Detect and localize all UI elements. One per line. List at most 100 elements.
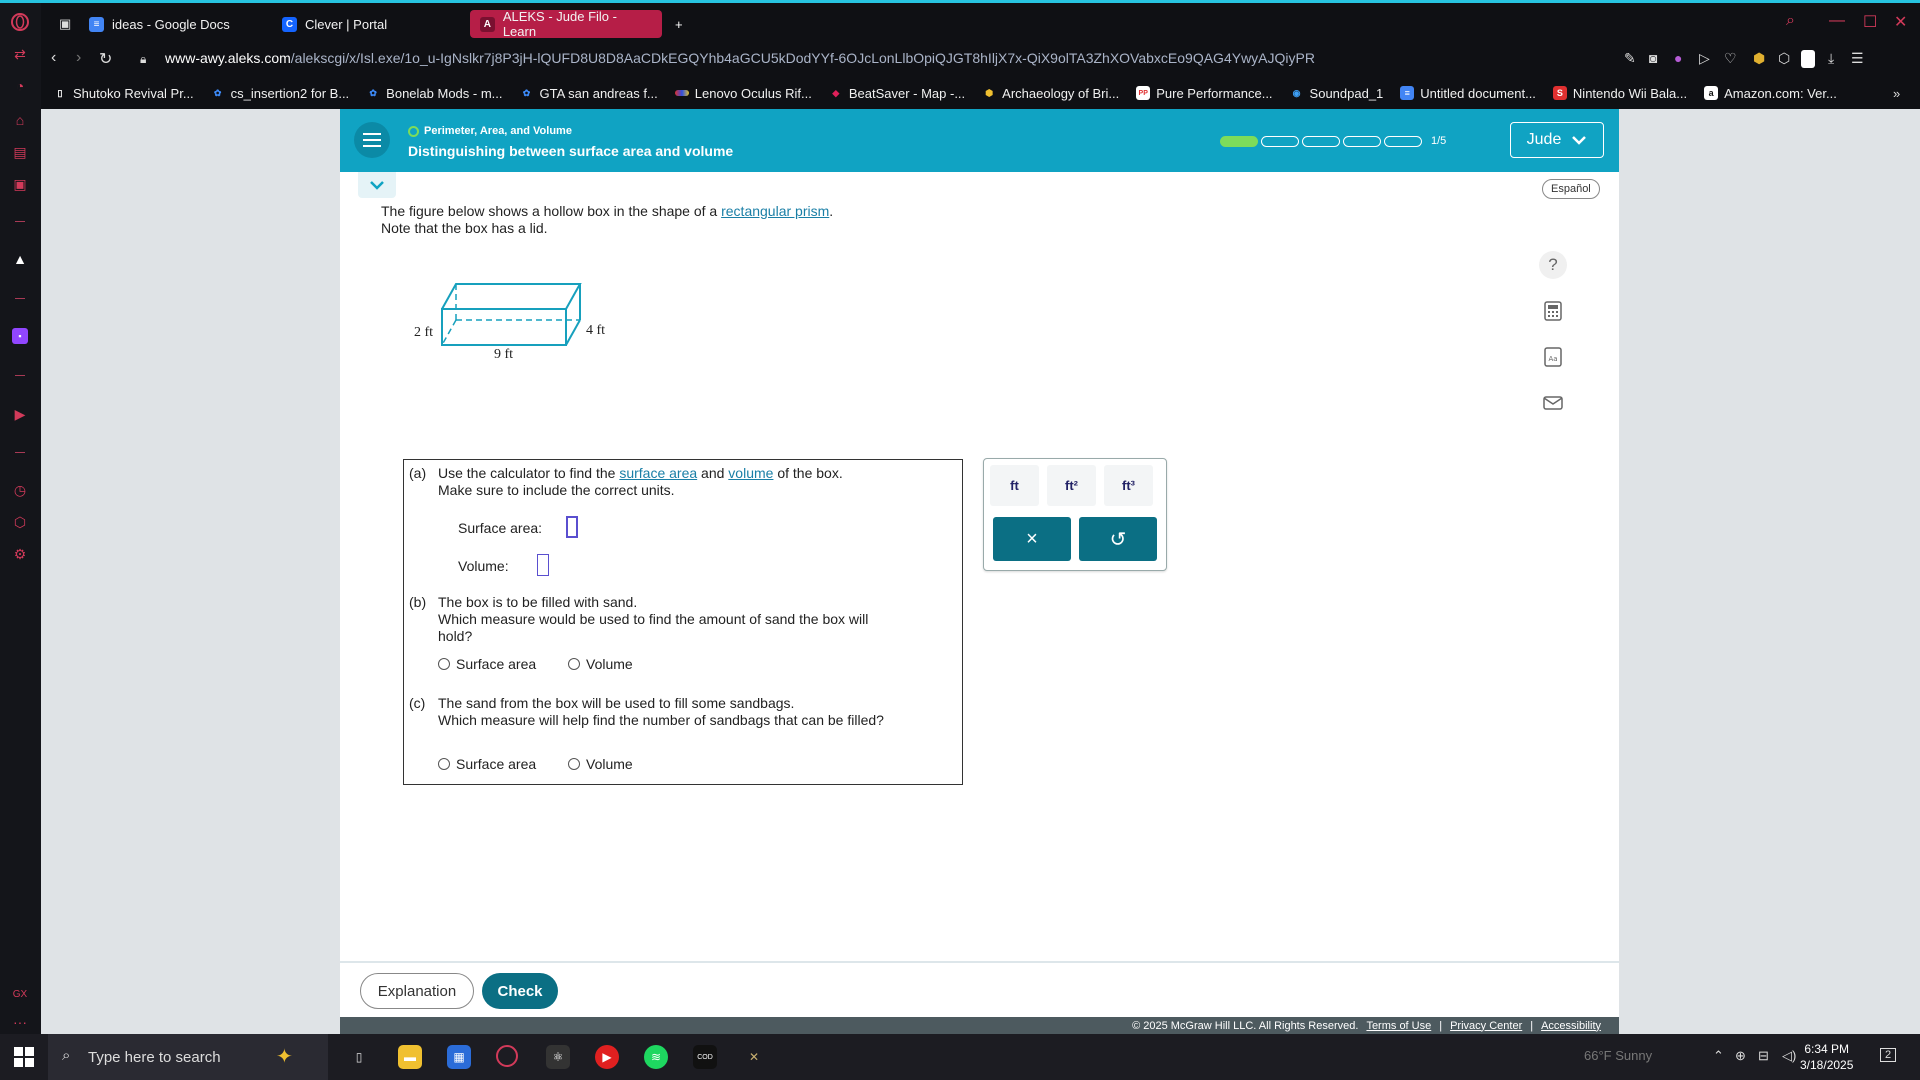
workspace-icon[interactable]: ▣ xyxy=(9,173,31,195)
tab-label: ideas - Google Docs xyxy=(112,16,230,32)
part-b-radio-surface-area[interactable]: Surface area xyxy=(438,656,536,672)
mail-icon[interactable] xyxy=(1537,387,1569,419)
tab-clever-portal[interactable]: C Clever | Portal xyxy=(272,10,462,38)
volume-input[interactable] xyxy=(537,554,549,576)
vpn-shield-icon[interactable]: ● xyxy=(1674,50,1682,66)
bookmark-item[interactable]: ◉ Soundpad_1 xyxy=(1290,86,1384,101)
bookmark-item[interactable]: ▯ Shutoko Revival Pr... xyxy=(53,86,194,101)
edit-icon[interactable]: ✎ xyxy=(1624,50,1636,67)
spotify-icon[interactable]: ≋ xyxy=(644,1045,668,1069)
espanol-button[interactable]: Español xyxy=(1542,179,1600,199)
aleks-header: Perimeter, Area, and Volume Distinguishi… xyxy=(340,109,1619,172)
app-icon[interactable]: ⚛ xyxy=(546,1045,570,1069)
call-of-duty-icon[interactable]: COD xyxy=(693,1045,717,1069)
taskbar-clock[interactable]: 6:34 PM 3/18/2025 xyxy=(1800,1041,1853,1073)
player-icon[interactable]: ▶ xyxy=(9,403,31,425)
extension-badge-icon[interactable]: ⬢ xyxy=(1753,50,1765,67)
cube-extension-icon[interactable]: ⬡ xyxy=(1778,50,1790,67)
menu-button[interactable] xyxy=(354,122,390,158)
volume-icon[interactable]: ◁) xyxy=(1782,1048,1796,1064)
url-field[interactable]: www-awy.aleks.com/alekscgi/x/Isl.exe/1o_… xyxy=(165,50,1315,66)
privacy-link[interactable]: Privacy Center xyxy=(1450,1020,1522,1032)
send-icon[interactable]: ▷ xyxy=(1699,50,1710,67)
aleks-sidebar-icon[interactable]: ▲ xyxy=(9,248,31,270)
help-icon[interactable]: ? xyxy=(1537,249,1569,281)
tab-google-docs[interactable]: ≡ ideas - Google Docs xyxy=(79,10,269,38)
bookmark-item[interactable]: ◆ BeatSaver - Map -... xyxy=(829,86,965,101)
more-bookmarks-icon[interactable]: » xyxy=(1893,86,1900,101)
camera-icon[interactable]: ◙ xyxy=(1649,50,1657,66)
tab-switcher-icon[interactable]: ▣ xyxy=(49,10,81,38)
messenger-icon[interactable]: ▤ xyxy=(9,141,31,163)
aria-icon[interactable]: ◔ xyxy=(9,75,31,97)
settings-gear-icon[interactable]: ⚙ xyxy=(9,543,31,565)
undo-button[interactable]: ↺ xyxy=(1079,517,1157,561)
opera-gx-icon[interactable] xyxy=(496,1045,518,1067)
file-explorer-icon[interactable]: ▬ xyxy=(398,1045,422,1069)
tab-label: ALEKS - Jude Filo - Learn xyxy=(502,9,617,39)
collapse-toggle[interactable] xyxy=(358,172,396,198)
part-c-text: The sand from the box will be used to fi… xyxy=(438,695,795,711)
notifications-badge[interactable]: 2 xyxy=(1880,1048,1897,1062)
rectangular-prism-link[interactable]: rectangular prism xyxy=(721,203,829,219)
onedrive-icon[interactable]: ⊕ xyxy=(1735,1048,1746,1064)
windows-start-icon[interactable] xyxy=(14,1047,34,1067)
store-icon[interactable]: ▦ xyxy=(447,1045,471,1069)
bookmark-item[interactable]: ≡ Untitled document... xyxy=(1400,86,1536,101)
opera-logo-icon[interactable] xyxy=(9,11,31,33)
close-window-icon[interactable]: ✕ xyxy=(1894,12,1907,32)
check-button[interactable]: Check xyxy=(482,973,558,1009)
bookmark-item[interactable]: ✿ cs_insertion2 for B... xyxy=(211,86,349,101)
network-icon[interactable]: ⊟ xyxy=(1758,1048,1769,1064)
volume-link[interactable]: volume xyxy=(728,465,773,481)
download-icon[interactable]: ⤓ xyxy=(1828,50,1834,67)
profile-extension-icon[interactable] xyxy=(1801,50,1815,71)
task-view-icon[interactable]: ▯ xyxy=(347,1045,371,1069)
crypto-wallet-icon[interactable]: ⌂ xyxy=(9,109,31,131)
unit-ft-button[interactable]: ft xyxy=(990,465,1039,506)
extensions-icon[interactable]: ⬡ xyxy=(9,511,31,533)
sidebar-more-icon[interactable]: ··· xyxy=(9,1011,31,1033)
minimize-icon[interactable]: — xyxy=(1829,12,1845,30)
tray-overflow-icon[interactable]: ⌃ xyxy=(1713,1048,1724,1064)
weather-text[interactable]: 66°F Sunny xyxy=(1584,1048,1652,1063)
sync-icon[interactable]: ⇄ xyxy=(9,43,31,65)
new-tab-button[interactable]: + xyxy=(665,10,693,38)
heart-icon[interactable]: ♡ xyxy=(1724,50,1737,67)
dictionary-icon[interactable]: Aa xyxy=(1537,341,1569,373)
bookmark-item[interactable]: Lenovo Oculus Rif... xyxy=(674,86,812,101)
bookmark-item[interactable]: a Amazon.com: Ver... xyxy=(1704,86,1837,101)
bookmark-item[interactable]: ⬢ Archaeology of Bri... xyxy=(982,86,1119,101)
forward-icon[interactable]: › xyxy=(76,49,81,67)
bookmark-item[interactable]: S Nintendo Wii Bala... xyxy=(1552,86,1687,101)
maximize-icon[interactable]: ☐ xyxy=(1863,12,1877,32)
easy-setup-icon[interactable]: ☰ xyxy=(1851,50,1864,67)
explanation-button[interactable]: Explanation xyxy=(360,973,474,1009)
clear-button[interactable]: × xyxy=(993,517,1071,561)
sidebar-separator xyxy=(15,221,25,222)
calculator-icon[interactable] xyxy=(1537,295,1569,327)
back-icon[interactable]: ‹ xyxy=(51,49,56,67)
tab-aleks[interactable]: A ALEKS - Jude Filo - Learn xyxy=(470,9,662,39)
user-menu-button[interactable]: Jude xyxy=(1510,122,1604,158)
terms-link[interactable]: Terms of Use xyxy=(1366,1020,1431,1032)
media-player-icon[interactable]: ▶ xyxy=(595,1045,619,1069)
history-icon[interactable]: ◷ xyxy=(9,479,31,501)
bookmark-item[interactable]: ✿ Bonelab Mods - m... xyxy=(366,86,502,101)
surface-area-link[interactable]: surface area xyxy=(619,465,697,481)
game-app-icon[interactable]: ✕ xyxy=(742,1045,766,1069)
unit-ft2-button[interactable]: ft² xyxy=(1047,465,1096,506)
bookmark-item[interactable]: ✿ GTA san andreas f... xyxy=(520,86,658,101)
question-text: of the box. xyxy=(773,465,843,481)
taskbar-search[interactable]: ⌕ Type here to search ✦ xyxy=(48,1034,328,1080)
part-c-radio-volume[interactable]: Volume xyxy=(568,756,633,772)
twitch-icon[interactable]: ▪ xyxy=(9,325,31,347)
part-c-radio-surface-area[interactable]: Surface area xyxy=(438,756,536,772)
unit-ft3-button[interactable]: ft³ xyxy=(1104,465,1153,506)
accessibility-link[interactable]: Accessibility xyxy=(1541,1020,1601,1032)
search-tabs-icon[interactable]: ⌕ xyxy=(1786,12,1795,30)
bookmark-item[interactable]: PP Pure Performance... xyxy=(1136,86,1273,101)
surface-area-input[interactable] xyxy=(566,516,578,538)
reload-icon[interactable]: ↻ xyxy=(99,49,112,69)
part-b-radio-volume[interactable]: Volume xyxy=(568,656,633,672)
